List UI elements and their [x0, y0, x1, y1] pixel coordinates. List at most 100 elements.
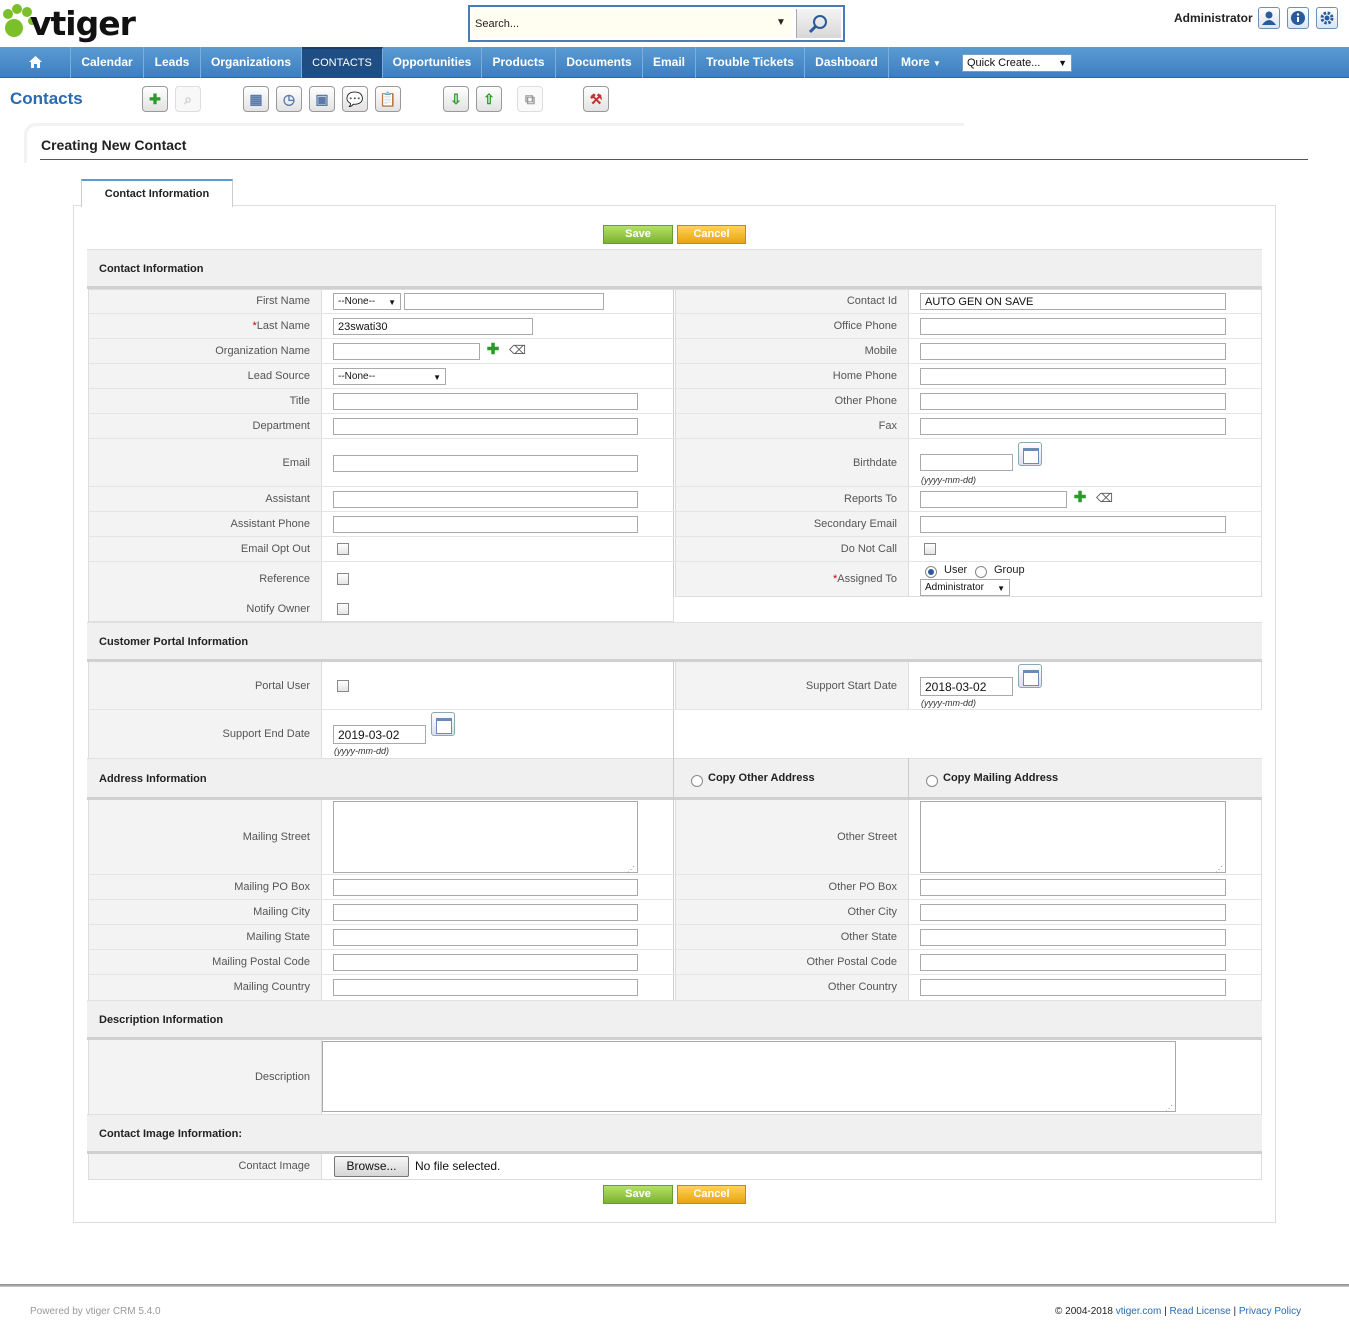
birthdate-input[interactable] — [920, 454, 1013, 471]
other-city-input[interactable] — [920, 904, 1226, 921]
label-secondary-email: Secondary Email — [675, 512, 909, 537]
nav-organizations[interactable]: Organizations — [201, 47, 302, 78]
assistant-phone-input[interactable] — [333, 516, 638, 533]
mailing-street-textarea[interactable] — [333, 801, 638, 874]
mailing-postal-code-input[interactable] — [333, 954, 638, 971]
copy-other-address-radio[interactable] — [691, 775, 703, 787]
quick-create-select[interactable]: Quick Create... ▼ — [962, 54, 1072, 72]
calendar-icon[interactable] — [1018, 664, 1042, 688]
link-vtiger-site[interactable]: vtiger.com — [1116, 1306, 1162, 1317]
other-state-input[interactable] — [920, 929, 1226, 946]
calculator-icon[interactable]: ▣ — [309, 86, 335, 112]
vtiger-logo[interactable]: vtiger — [2, 2, 167, 44]
nav-documents[interactable]: Documents — [556, 47, 643, 78]
nav-trouble-tickets[interactable]: Trouble Tickets — [696, 47, 805, 78]
mailing-state-input[interactable] — [333, 929, 638, 946]
nav-leads[interactable]: Leads — [144, 47, 201, 78]
salutation-select[interactable]: --None-- ▼ — [333, 293, 401, 310]
support-start-date-input[interactable] — [920, 677, 1013, 696]
do-not-call-checkbox[interactable] — [924, 543, 936, 555]
search-input[interactable] — [472, 9, 792, 38]
cancel-button-bottom[interactable]: Cancel — [677, 1185, 746, 1204]
label-contact-id: Contact Id — [675, 289, 909, 314]
info-icon[interactable] — [1287, 7, 1309, 29]
notify-owner-checkbox[interactable] — [337, 603, 349, 615]
eraser-icon[interactable]: ⌫ — [509, 344, 526, 358]
module-title[interactable]: Contacts — [10, 89, 83, 109]
create-icon[interactable]: ✚ — [142, 86, 168, 112]
other-street-textarea[interactable] — [920, 801, 1226, 874]
copy-mailing-address-radio[interactable] — [926, 775, 938, 787]
nav-calendar[interactable]: Calendar — [71, 47, 144, 78]
nav-home[interactable] — [0, 47, 71, 78]
other-phone-input[interactable] — [920, 393, 1226, 410]
office-phone-input[interactable] — [920, 318, 1226, 335]
link-privacy-policy[interactable]: Privacy Policy — [1239, 1306, 1301, 1317]
mailing-po-box-input[interactable] — [333, 879, 638, 896]
find-duplicates-icon[interactable]: ⧉ — [517, 86, 543, 112]
settings-tool-icon[interactable]: ⚒ — [583, 86, 609, 112]
current-user-name[interactable]: Administrator — [1174, 11, 1253, 25]
nav-contacts[interactable]: CONTACTS — [302, 47, 383, 78]
title-input[interactable] — [333, 393, 638, 410]
search-button[interactable] — [796, 9, 841, 38]
plus-icon[interactable]: ✚ — [1073, 490, 1087, 506]
gear-icon[interactable] — [1316, 7, 1338, 29]
nav-opportunities[interactable]: Opportunities — [383, 47, 482, 78]
plus-icon[interactable]: ✚ — [486, 342, 500, 358]
lead-source-select[interactable]: --None-- ▼ — [333, 368, 446, 385]
home-phone-input[interactable] — [920, 368, 1226, 385]
other-postal-code-input[interactable] — [920, 954, 1226, 971]
lead-source-value: --None-- — [338, 371, 376, 382]
email-input[interactable] — [333, 455, 638, 472]
import-icon[interactable]: ⇩ — [443, 86, 469, 112]
calendar-icon[interactable] — [1018, 442, 1042, 466]
tab-contact-information[interactable]: Contact Information — [81, 179, 233, 207]
link-read-license[interactable]: Read License — [1170, 1306, 1231, 1317]
nav-more[interactable]: More ▼ — [889, 47, 953, 78]
contact-id-input[interactable] — [920, 293, 1226, 310]
cancel-button[interactable]: Cancel — [677, 225, 746, 244]
assign-group-radio[interactable] — [975, 566, 987, 578]
search-dropdown-arrow[interactable]: ▼ — [776, 17, 786, 28]
first-name-input[interactable] — [404, 293, 604, 310]
calendar-icon[interactable]: ▦ — [243, 86, 269, 112]
mailing-country-input[interactable] — [333, 979, 638, 996]
portal-user-checkbox[interactable] — [337, 680, 349, 692]
nav-dashboard[interactable]: Dashboard — [805, 47, 889, 78]
reports-to-input[interactable] — [920, 491, 1067, 508]
nav-products[interactable]: Products — [482, 47, 556, 78]
fax-input[interactable] — [920, 418, 1226, 435]
chat-icon[interactable]: 💬 — [342, 86, 368, 112]
other-po-box-input[interactable] — [920, 879, 1226, 896]
secondary-email-input[interactable] — [920, 516, 1226, 533]
clock-icon[interactable]: ◷ — [276, 86, 302, 112]
other-country-input[interactable] — [920, 979, 1226, 996]
label-mailing-country: Mailing Country — [88, 975, 322, 1000]
user-icon[interactable] — [1258, 7, 1280, 29]
mobile-input[interactable] — [920, 343, 1226, 360]
assistant-input[interactable] — [333, 491, 638, 508]
assigned-to-select[interactable]: Administrator ▼ — [920, 579, 1010, 596]
copy-other-address-label: Copy Other Address — [708, 772, 815, 784]
clipboard-icon[interactable]: 📋 — [375, 86, 401, 112]
nav-email[interactable]: Email — [643, 47, 696, 78]
organization-name-input[interactable] — [333, 343, 480, 360]
save-button[interactable]: Save — [603, 225, 673, 244]
email-opt-out-checkbox[interactable] — [337, 543, 349, 555]
last-name-input[interactable] — [333, 318, 533, 335]
label-office-phone: Office Phone — [675, 314, 909, 339]
reference-checkbox[interactable] — [337, 573, 349, 585]
save-button-bottom[interactable]: Save — [603, 1185, 673, 1204]
assign-user-radio[interactable] — [925, 566, 937, 578]
browse-button[interactable]: Browse... — [334, 1156, 409, 1177]
mailing-city-input[interactable] — [333, 904, 638, 921]
department-input[interactable] — [333, 418, 638, 435]
search-box: ▼ — [468, 5, 845, 42]
export-icon[interactable]: ⇧ — [476, 86, 502, 112]
description-textarea[interactable] — [322, 1041, 1176, 1113]
support-end-date-input[interactable] — [333, 725, 426, 744]
calendar-icon[interactable] — [431, 712, 455, 736]
label-mailing-state: Mailing State — [88, 925, 322, 950]
eraser-icon[interactable]: ⌫ — [1096, 492, 1113, 506]
